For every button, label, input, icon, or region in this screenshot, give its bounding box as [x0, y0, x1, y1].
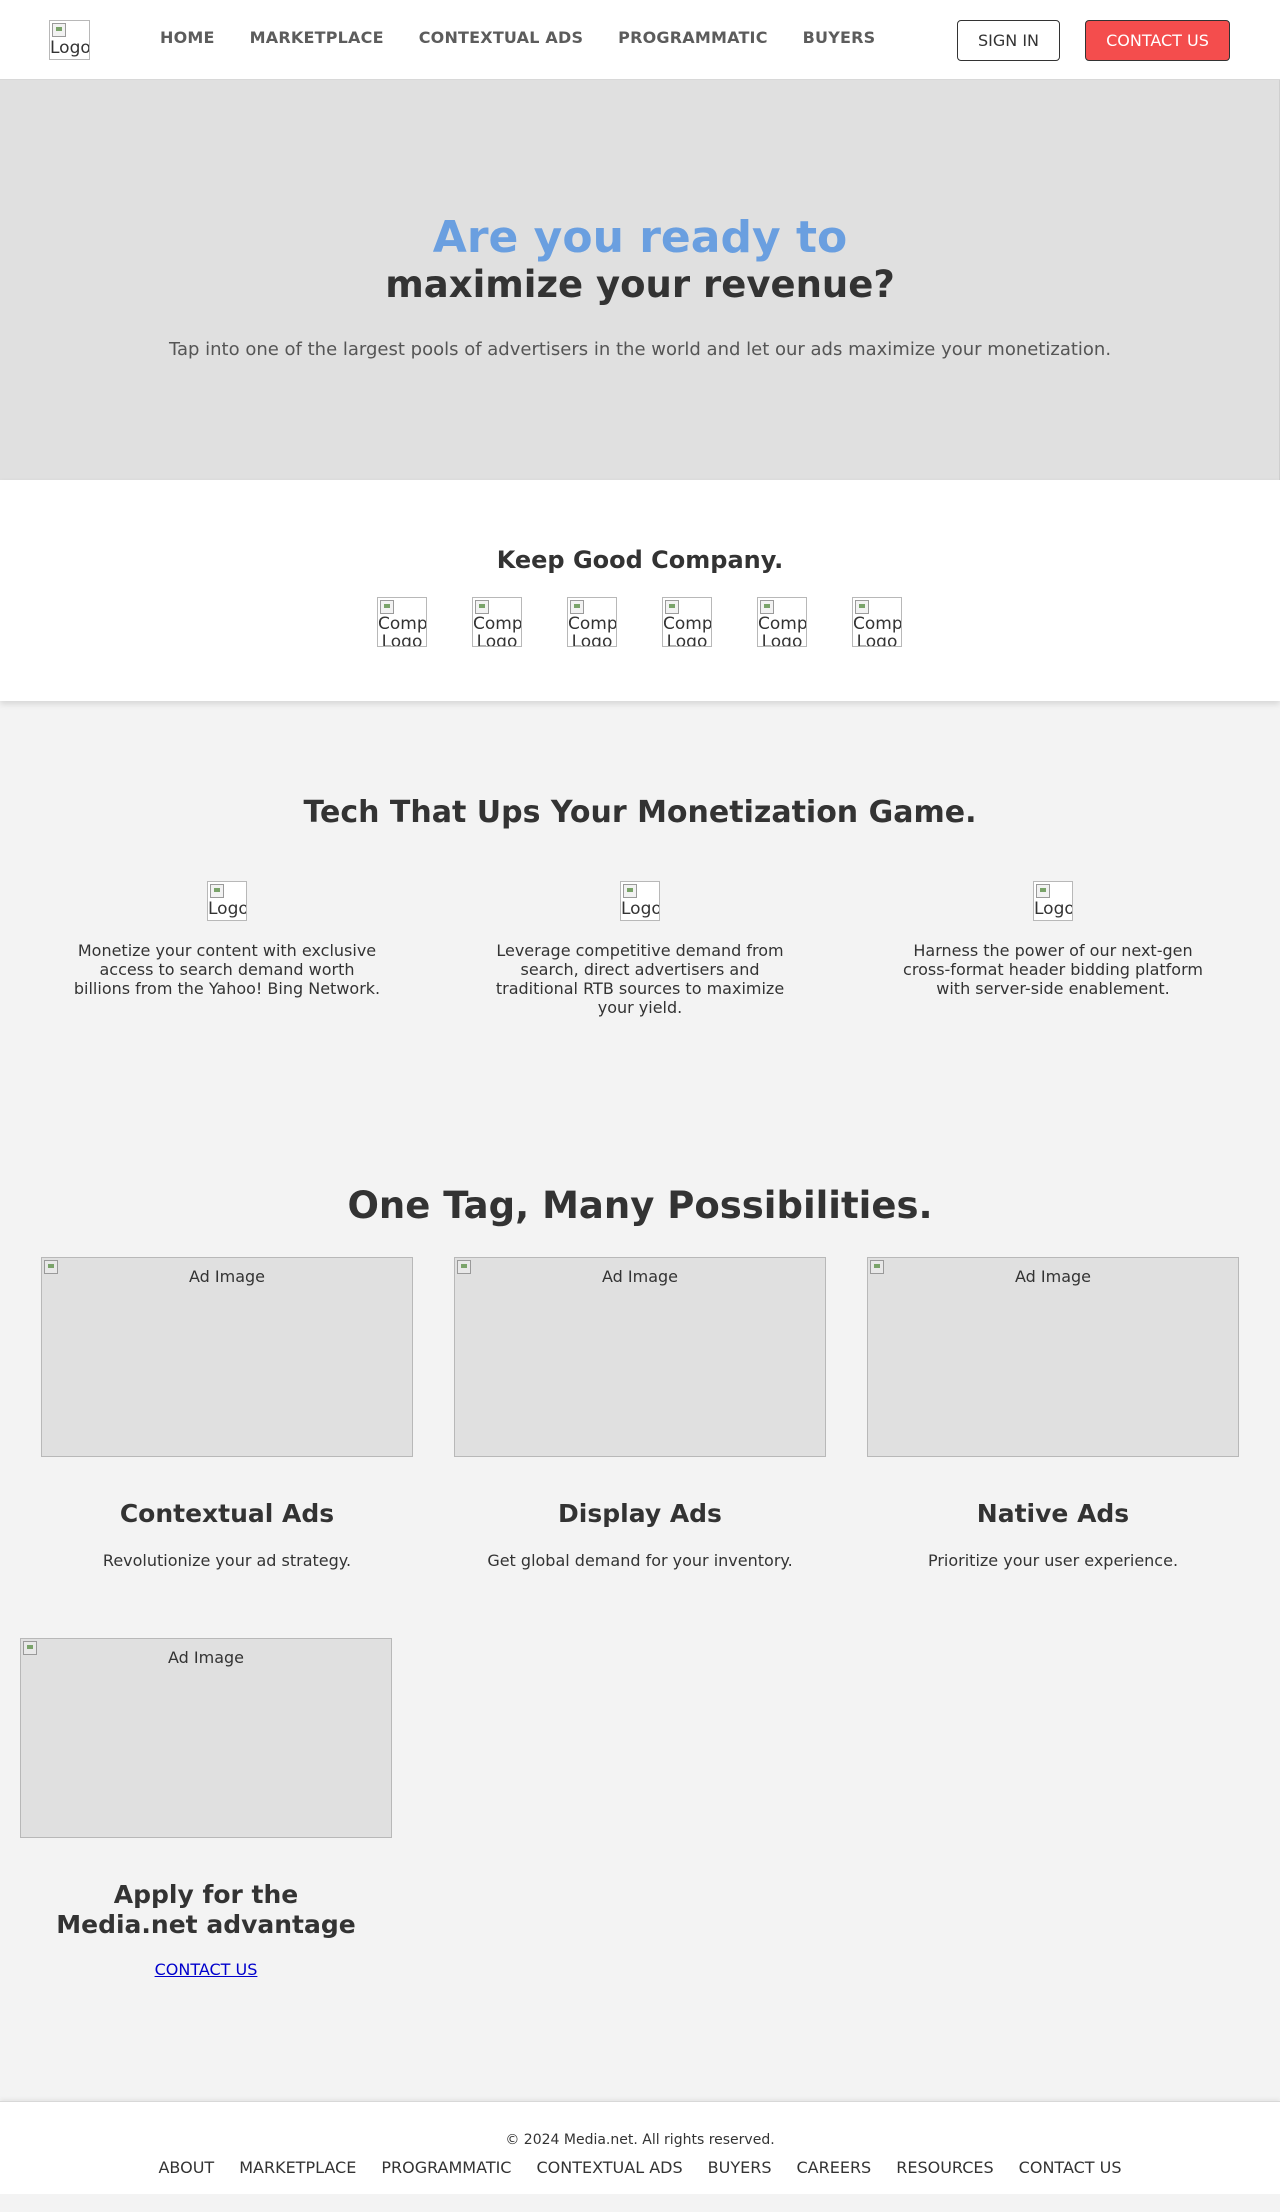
broken-image-icon — [665, 600, 679, 614]
broken-image-icon — [1036, 884, 1050, 898]
nav-programmatic[interactable]: PROGRAMMATIC — [618, 28, 767, 47]
broken-image-icon — [475, 600, 489, 614]
footer-link-about[interactable]: ABOUT — [158, 2158, 214, 2177]
feature-text: Leverage competitive demand from search,… — [495, 941, 785, 1017]
company-logo: Company Logo — [757, 597, 807, 647]
broken-image-icon — [210, 884, 224, 898]
ad-image-alt: Ad Image — [167, 1648, 244, 1667]
broken-image-icon — [457, 1260, 471, 1274]
feature-text: Monetize your content with exclusive acc… — [73, 941, 381, 998]
hero-headline-accent: Are you ready to — [432, 212, 848, 263]
feature-logo: Logo — [207, 881, 247, 921]
ad-card-display: Ad Image Display Ads Get global demand f… — [454, 1257, 826, 1571]
sign-in-button[interactable]: SIGN IN — [957, 20, 1060, 61]
card-description: Revolutionize your ad strategy. — [102, 1551, 352, 1570]
tech-section: Tech That Ups Your Monetization Game. Lo… — [0, 701, 1280, 1101]
ad-card-apply: Ad Image Apply for the Media.net advanta… — [20, 1638, 392, 1979]
broken-image-icon — [870, 1260, 884, 1274]
company-logo-alt: Company Logo — [473, 614, 522, 647]
broken-image-icon — [52, 23, 66, 37]
company-logo-alt: Company Logo — [663, 614, 712, 647]
footer-link-buyers[interactable]: BUYERS — [708, 2158, 772, 2177]
site-logo[interactable]: Logo — [49, 20, 90, 60]
card-title: Contextual Ads — [119, 1499, 335, 1528]
copyright-text: © 2024 Media.net. All rights reserved. — [505, 2132, 775, 2148]
footer-link-careers[interactable]: CAREERS — [796, 2158, 871, 2177]
feature-logo-alt: Logo — [621, 899, 660, 919]
main-nav: HOME MARKETPLACE CONTEXTUAL ADS PROGRAMM… — [160, 28, 910, 47]
footer-link-resources[interactable]: RESOURCES — [896, 2158, 993, 2177]
card-description: Get global demand for your inventory. — [487, 1551, 793, 1570]
feature-logo: Logo — [620, 881, 660, 921]
ad-card-native: Ad Image Native Ads Prioritize your user… — [867, 1257, 1239, 1571]
feature-text: Harness the power of our next-gen cross-… — [903, 941, 1203, 998]
feature-logo-alt: Logo — [208, 899, 247, 919]
ad-image: Ad Image — [41, 1257, 413, 1457]
company-logo: Company Logo — [377, 597, 427, 647]
card-title: Native Ads — [976, 1499, 1130, 1528]
company-logo-alt: Company Logo — [378, 614, 427, 647]
ad-image: Ad Image — [454, 1257, 826, 1457]
broken-image-icon — [44, 1260, 58, 1274]
hero-subtitle: Tap into one of the largest pools of adv… — [168, 339, 1112, 360]
feature-logo-alt: Logo — [1034, 899, 1073, 919]
feature-logo: Logo — [1033, 881, 1073, 921]
company-logo: Company Logo — [567, 597, 617, 647]
broken-image-icon — [855, 600, 869, 614]
ad-image: Ad Image — [20, 1638, 392, 1838]
footer-link-marketplace[interactable]: MARKETPLACE — [239, 2158, 356, 2177]
company-logo-row: Company Logo Company Logo Company Logo C… — [377, 597, 947, 647]
company-logo: Company Logo — [852, 597, 902, 647]
possibilities-section: One Tag, Many Possibilities. Ad Image Co… — [0, 1101, 1280, 2101]
contact-us-button[interactable]: CONTACT US — [1085, 20, 1230, 61]
broken-image-icon — [570, 600, 584, 614]
broken-image-icon — [23, 1641, 37, 1655]
company-logo-alt: Company Logo — [853, 614, 902, 647]
card-title: Apply for the Media.net advantage — [56, 1880, 356, 1939]
broken-image-icon — [760, 600, 774, 614]
footer-link-programmatic[interactable]: PROGRAMMATIC — [381, 2158, 511, 2177]
footer-link-contextual-ads[interactable]: CONTEXTUAL ADS — [536, 2158, 682, 2177]
company-section-title: Keep Good Company. — [496, 546, 784, 574]
contact-us-link[interactable]: CONTACT US — [155, 1960, 258, 1979]
broken-image-icon — [623, 884, 637, 898]
possibilities-section-title: One Tag, Many Possibilities. — [347, 1184, 933, 1227]
ad-image-alt: Ad Image — [601, 1267, 678, 1286]
ad-image: Ad Image — [867, 1257, 1239, 1457]
nav-marketplace[interactable]: MARKETPLACE — [250, 28, 384, 47]
feature-item: Logo Harness the power of our next-gen c… — [898, 881, 1208, 998]
company-logos-section: Keep Good Company. Company Logo Company … — [0, 480, 1280, 701]
company-logo: Company Logo — [662, 597, 712, 647]
feature-item: Logo Leverage competitive demand from se… — [485, 881, 795, 1017]
ad-card-contextual: Ad Image Contextual Ads Revolutionize yo… — [41, 1257, 413, 1571]
footer-nav: ABOUT MARKETPLACE PROGRAMMATIC CONTEXTUA… — [0, 2158, 1280, 2177]
company-logo-alt: Company Logo — [568, 614, 617, 647]
broken-image-icon — [380, 600, 394, 614]
page-bottom-strip — [0, 2194, 1280, 2212]
company-logo-alt: Company Logo — [758, 614, 807, 647]
nav-contextual-ads[interactable]: CONTEXTUAL ADS — [419, 28, 583, 47]
logo-alt-text: Logo — [50, 38, 90, 58]
feature-item: Logo Monetize your content with exclusiv… — [72, 881, 382, 998]
nav-home[interactable]: HOME — [160, 28, 215, 47]
card-description: Prioritize your user experience. — [927, 1551, 1179, 1570]
ad-image-alt: Ad Image — [188, 1267, 265, 1286]
company-logo: Company Logo — [472, 597, 522, 647]
nav-buyers[interactable]: BUYERS — [803, 28, 876, 47]
hero-headline: maximize your revenue? — [385, 263, 895, 306]
site-header: Logo HOME MARKETPLACE CONTEXTUAL ADS PRO… — [0, 0, 1280, 80]
tech-section-title: Tech That Ups Your Monetization Game. — [303, 795, 977, 830]
footer-link-contact-us[interactable]: CONTACT US — [1019, 2158, 1122, 2177]
card-title: Display Ads — [558, 1499, 722, 1528]
hero-section: Are you ready to maximize your revenue? … — [0, 80, 1280, 480]
ad-image-alt: Ad Image — [1014, 1267, 1091, 1286]
site-footer: © 2024 Media.net. All rights reserved. A… — [0, 2101, 1280, 2194]
